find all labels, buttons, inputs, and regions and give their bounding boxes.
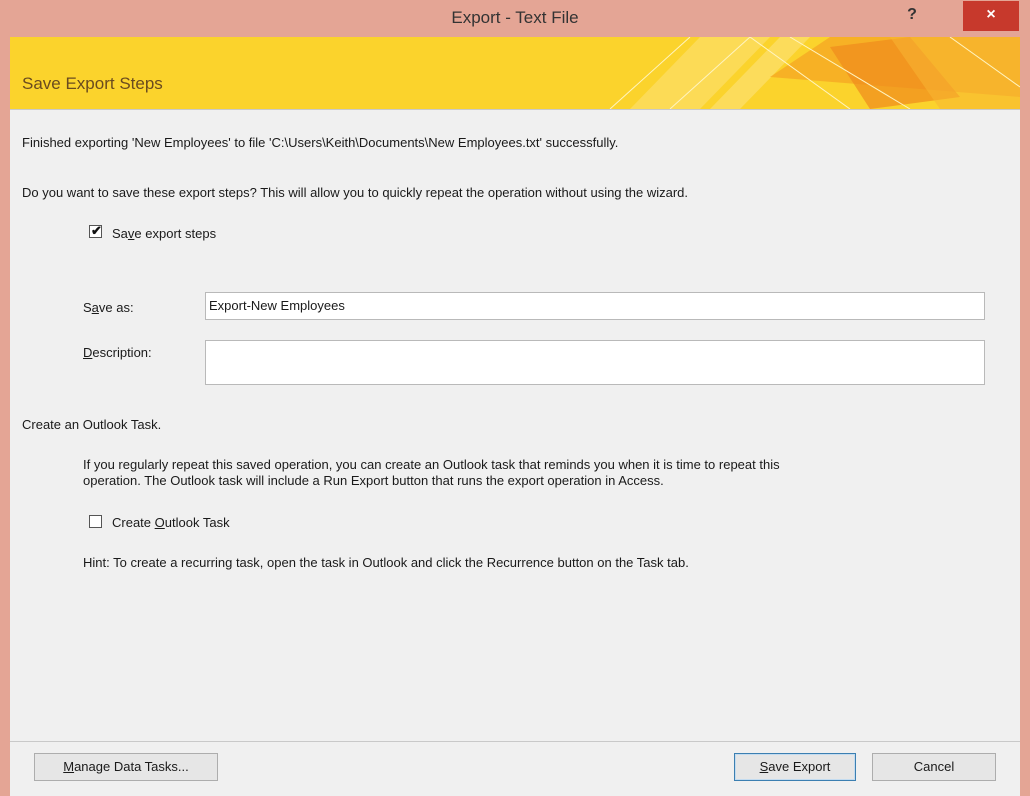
create-outlook-task-checkbox[interactable]: [89, 515, 102, 528]
banner-title: Save Export Steps: [22, 74, 163, 93]
banner-divider: [10, 109, 1020, 110]
save-as-input[interactable]: Export-New Employees: [205, 292, 985, 320]
window-title: Export - Text File: [451, 8, 579, 27]
outlook-info-line1: If you regularly repeat this saved opera…: [83, 457, 780, 472]
title-bar[interactable]: Export - Text File ? ×: [0, 0, 1030, 37]
wizard-banner: Save Export Steps: [10, 37, 1020, 109]
save-steps-question: Do you want to save these export steps? …: [22, 185, 689, 200]
checkmark-icon: ✔: [91, 223, 102, 238]
close-button[interactable]: ×: [963, 1, 1019, 31]
footer-divider: [10, 741, 1020, 742]
cancel-button[interactable]: Cancel: [872, 753, 996, 781]
description-input[interactable]: [205, 340, 985, 385]
dialog-body: Save Export Steps Finished exporting 'Ne…: [10, 37, 1020, 796]
finished-message: Finished exporting 'New Employees' to fi…: [22, 135, 619, 150]
banner-decoration: [609, 37, 1020, 109]
help-icon[interactable]: ?: [898, 4, 926, 28]
save-export-steps-label[interactable]: Save export steps: [112, 226, 216, 241]
export-dialog: Export - Text File ? × Save Export Steps…: [0, 0, 1030, 796]
recurring-task-hint: Hint: To create a recurring task, open t…: [83, 555, 689, 570]
manage-data-tasks-button[interactable]: Manage Data Tasks...: [34, 753, 218, 781]
save-export-button[interactable]: Save Export: [734, 753, 856, 781]
save-as-label: Save as:: [83, 300, 134, 315]
description-label: Description:: [83, 345, 152, 360]
outlook-info-line2: operation. The Outlook task will include…: [83, 473, 664, 488]
save-export-steps-checkbox[interactable]: ✔: [89, 223, 102, 238]
create-outlook-task-label[interactable]: Create Outlook Task: [112, 515, 230, 530]
outlook-task-heading: Create an Outlook Task.: [22, 417, 162, 432]
